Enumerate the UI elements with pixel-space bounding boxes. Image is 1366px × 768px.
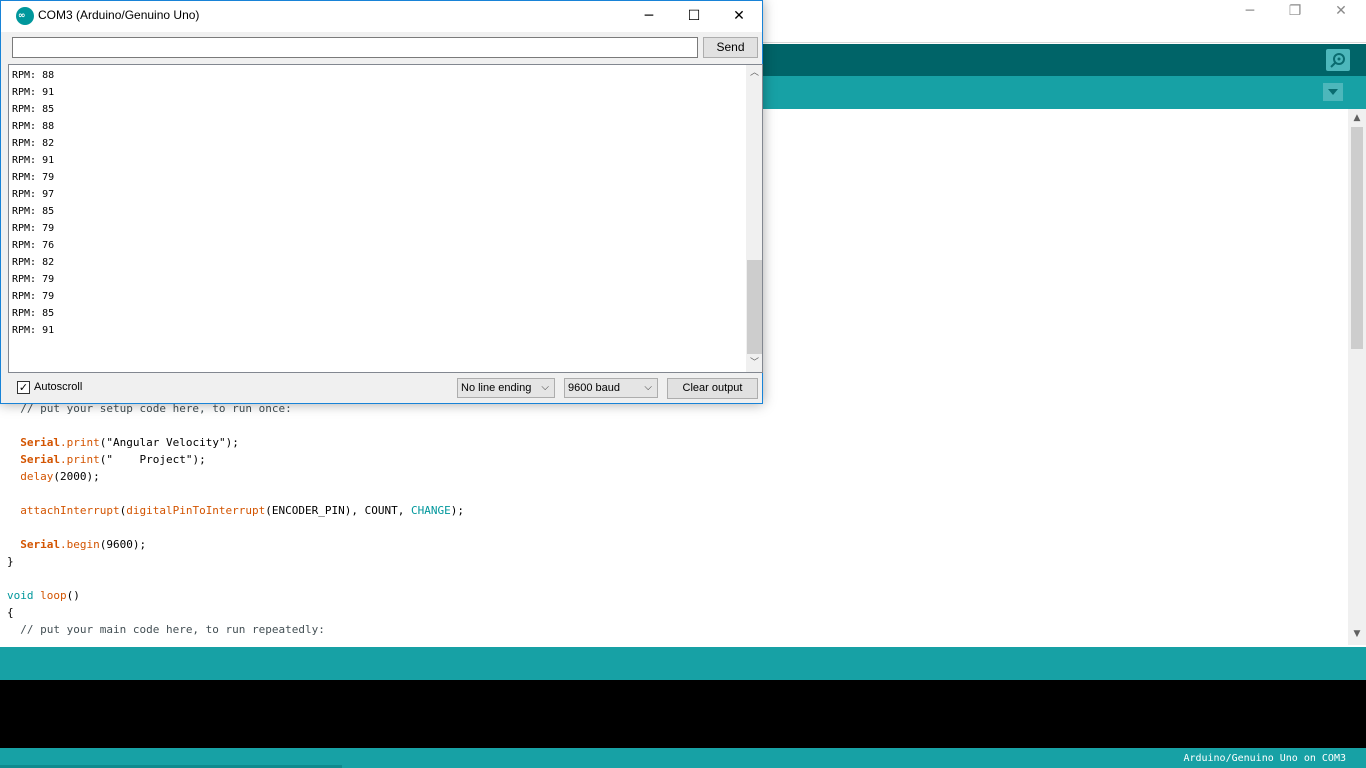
autoscroll-checkbox[interactable]: ✓ [17,381,30,394]
serial-monitor-button[interactable] [1326,49,1350,71]
code-token-type: void [7,589,34,602]
board-port-label: Arduino/Genuino Uno on COM3 [1183,753,1346,764]
tab-menu-icon[interactable] [1323,83,1343,101]
code-line: Serial.begin(9600); [20,538,147,551]
serial-monitor-titlebar: ∞ COM3 (Arduino/Genuino Uno) ─ ☐ ✕ [1,1,762,32]
line-ending-select[interactable]: No line ending ⌵ [457,378,555,398]
code-token-object: Serial [20,453,60,466]
serial-output-line: RPM: 82 [12,257,55,268]
ide-restore-button[interactable]: ❐ [1272,0,1318,24]
code-line: attachInterrupt(digitalPinToInterrupt(EN… [20,504,464,517]
chevron-down-icon: ⌵ [541,382,549,393]
code-token-method: print [66,436,100,449]
code-line: void loop() [7,589,80,602]
ide-statusbar [0,647,1366,680]
maximize-button[interactable]: ☐ [671,1,717,31]
baud-rate-select[interactable]: 9600 baud ⌵ [564,378,658,398]
close-button[interactable]: ✕ [716,1,762,31]
serial-output-line: RPM: 91 [12,325,55,336]
code-token-function: loop [40,589,67,602]
serial-output-line: RPM: 88 [12,70,55,81]
serial-output-line: RPM: 85 [12,206,55,217]
code-token-function: digitalPinToInterrupt [126,504,266,517]
serial-output-line: RPM: 79 [12,223,55,234]
autoscroll-label: Autoscroll [34,381,83,393]
serial-output-line: RPM: 79 [12,291,55,302]
chevron-down-icon: ⌵ [644,382,652,393]
code-token-object: Serial [20,436,60,449]
serial-monitor-icon [1330,53,1345,68]
serial-output-line: RPM: 91 [12,155,55,166]
serial-output-line: RPM: 82 [12,138,55,149]
scroll-down-icon[interactable]: ﹀ [749,358,760,369]
code-line: delay(2000); [20,470,100,483]
code-token-object: Serial [20,538,60,551]
output-scroll-thumb[interactable] [747,260,762,354]
checkbox-check-icon: ✓ [18,381,29,394]
code-token-function: attachInterrupt [20,504,120,517]
arduino-logo-icon: ∞ [16,7,34,25]
serial-send-input[interactable] [12,37,698,58]
code-line: } [7,555,14,568]
serial-output-line: RPM: 97 [12,189,55,200]
serial-output-area[interactable]: ︿ ﹀ RPM: 88 RPM: 91 RPM: 85 RPM: 88 RPM: 82 R… [8,64,763,373]
code-token-function: delay [20,470,54,483]
window-title: COM3 (Arduino/Genuino Uno) [38,8,200,22]
code-token-constant: CHANGE [411,504,451,517]
code-line: Serial.print("Angular Velocity"); [20,436,239,449]
scroll-down-icon[interactable]: ▼ [1352,629,1362,639]
editor-scrollbar[interactable]: ▲ ▼ [1348,109,1366,645]
code-token-method: print [66,453,100,466]
editor-scroll-thumb[interactable] [1351,127,1363,349]
code-line: Serial.print(" Project"); [20,453,206,466]
line-ending-value: No line ending [461,382,532,394]
output-scrollbar[interactable]: ︿ ﹀ [746,65,762,372]
code-line: // put your main code here, to run repea… [20,623,325,636]
serial-output-line: RPM: 76 [12,240,55,251]
serial-output-line: RPM: 88 [12,121,55,132]
serial-output-line: RPM: 79 [12,172,55,183]
ide-minimize-button[interactable]: ─ [1227,0,1273,24]
serial-output-line: RPM: 91 [12,87,55,98]
ide-console [0,680,1366,748]
code-line: { [7,606,14,619]
minimize-button[interactable]: ─ [626,1,672,31]
send-button[interactable]: Send [703,37,758,58]
scroll-up-icon[interactable]: ▲ [1352,113,1362,123]
baud-rate-value: 9600 baud [568,382,620,394]
code-token-method: begin [66,538,100,551]
serial-monitor-window: ∞ COM3 (Arduino/Genuino Uno) ─ ☐ ✕ Send … [0,0,763,404]
ide-close-button[interactable]: ✕ [1318,0,1364,24]
serial-output-line: RPM: 85 [12,104,55,115]
scroll-up-icon[interactable]: ︿ [749,68,760,79]
serial-output-line: RPM: 79 [12,274,55,285]
clear-output-button[interactable]: Clear output [667,378,758,399]
serial-output-line: RPM: 85 [12,308,55,319]
